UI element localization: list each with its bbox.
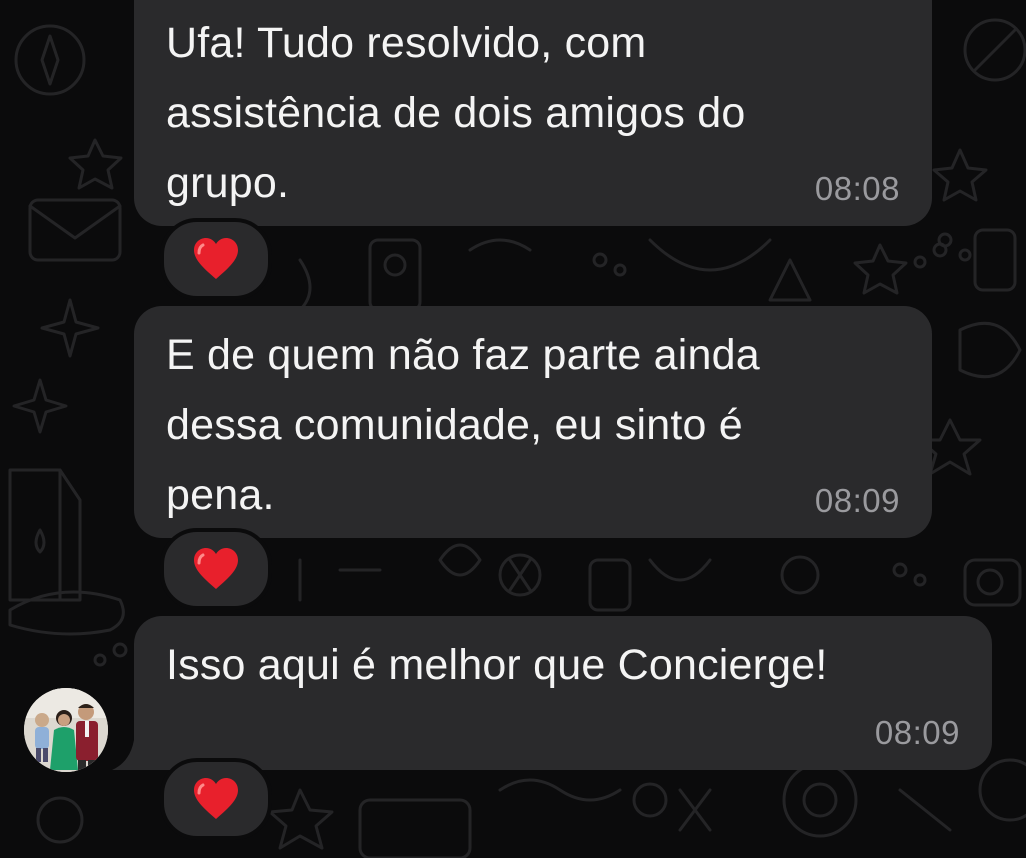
message-timestamp: 08:08: [814, 170, 900, 207]
avatar-photo-icon: [24, 688, 108, 772]
message-text: Ufa! Tudo resolvido, com assistência de …: [166, 19, 746, 207]
reaction-pill[interactable]: [160, 528, 272, 610]
reaction-pill[interactable]: [160, 218, 272, 300]
message-text: E de quem não faz parte ainda dessa comu…: [166, 331, 760, 519]
message-text: Isso aqui é melhor que Concierge!: [166, 641, 828, 689]
message-bubble[interactable]: Isso aqui é melhor que Concierge! 08:09: [134, 616, 992, 770]
message-timestamp: 08:09: [814, 482, 900, 519]
heart-icon: [194, 778, 238, 819]
message-timestamp: 08:09: [874, 714, 960, 751]
message-bubble[interactable]: E de quem não faz parte ainda dessa comu…: [134, 306, 932, 538]
reaction-pill[interactable]: [160, 758, 272, 840]
sender-avatar[interactable]: [24, 688, 108, 772]
heart-icon: [194, 548, 238, 589]
bubble-tail: [112, 740, 142, 770]
heart-icon: [194, 238, 238, 279]
message-bubble[interactable]: Ufa! Tudo resolvido, com assistência de …: [134, 0, 932, 226]
